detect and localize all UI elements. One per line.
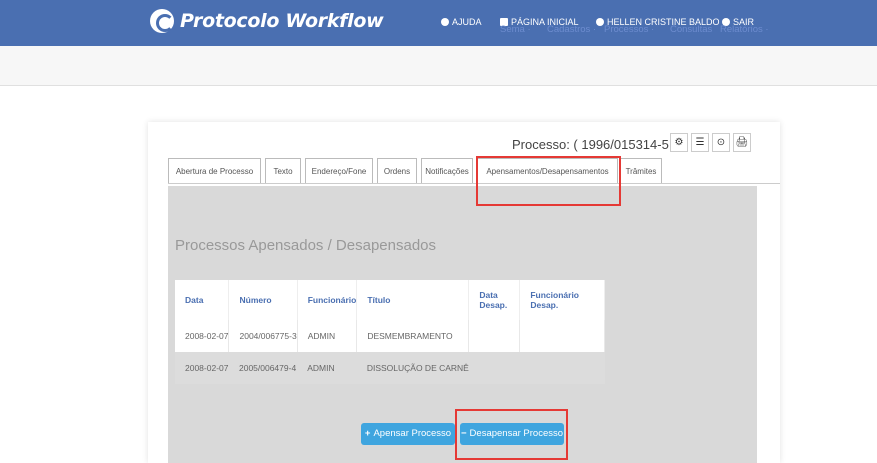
table-row[interactable]: 2008-02-07 2005/006479-4 ADMIN DISSOLUÇÃ… [175,352,605,384]
menu-processos[interactable]: Processos · [604,24,654,35]
cell-funcionario: ADMIN [297,320,358,352]
tab-abertura[interactable]: Abertura de Processo [168,158,261,184]
col-titulo: Título [356,280,470,320]
clock-icon: ⊙ [716,137,726,148]
tab-texto[interactable]: Texto [265,158,301,184]
col-funcionario: Funcionário [297,280,358,320]
table-row[interactable]: 2008-02-07 2004/006775-3 ADMIN DESMEMBRA… [175,320,605,352]
apensar-processo-button[interactable]: + Apensar Processo [361,423,455,445]
menu-consultas[interactable]: Consultas [670,24,712,35]
main-menu: Sema · Cadastros · Processos · Consultas… [0,24,877,36]
list-button[interactable]: ☰ [691,133,709,152]
history-button[interactable]: ⊙ [712,133,730,152]
cell-data: 2008-02-07 [175,352,229,384]
tab-ordens[interactable]: Ordens [377,158,417,184]
tab-highlight-box [476,156,621,206]
process-number: Processo: ( 1996/015314-5 ) - [512,137,685,152]
tab-endereco[interactable]: Endereço/Fone [305,158,373,184]
cell-data: 2008-02-07 [175,320,230,352]
apensar-label: Apensar Processo [373,428,452,439]
top-navbar: Protocolo Workflow AJUDA PÁGINA INICIAL … [0,0,877,46]
cell-titulo: DESMEMBRAMENTO [356,320,470,352]
menu-sema[interactable]: Sema · [500,24,531,35]
tab-tramites[interactable]: Trâmites [620,158,662,184]
settings-button[interactable]: ⚙ [670,133,688,152]
col-funcionario-desap: Funcionário Desap. [519,280,605,320]
cell-numero: 2005/006479-4 [228,352,298,384]
cell-data-desap [468,352,520,384]
col-numero: Número [228,280,298,320]
cell-data-desap [468,320,521,352]
list-icon: ☰ [695,137,705,148]
table-header-row: Data Número Funcionário Título Data Desa… [175,280,605,320]
processes-table: Data Número Funcionário Título Data Desa… [175,280,605,384]
sub-menu-bar [0,46,877,86]
button-highlight-box [455,409,568,460]
plus-icon: + [364,428,371,439]
menu-relatorios[interactable]: Relatórios · [720,24,769,35]
col-data: Data [175,280,230,320]
tab-notificacoes[interactable]: Notificações [421,158,473,184]
cell-funcionario-desap [519,352,605,384]
menu-cadastros[interactable]: Cadastros · [547,24,596,35]
col-data-desap: Data Desap. [468,280,521,320]
cell-numero: 2004/006775-3 [228,320,298,352]
print-button[interactable]: 🖨 [733,133,751,152]
cell-funcionario-desap [519,320,605,352]
section-title: Processos Apensados / Desapensados [175,237,436,254]
tabs-divider [168,183,780,184]
print-icon: 🖨 [735,137,749,148]
cell-titulo: DISSOLUÇÃO DE CARNÊ [356,352,469,384]
gear-icon: ⚙ [674,137,684,148]
cell-funcionario: ADMIN [297,352,357,384]
